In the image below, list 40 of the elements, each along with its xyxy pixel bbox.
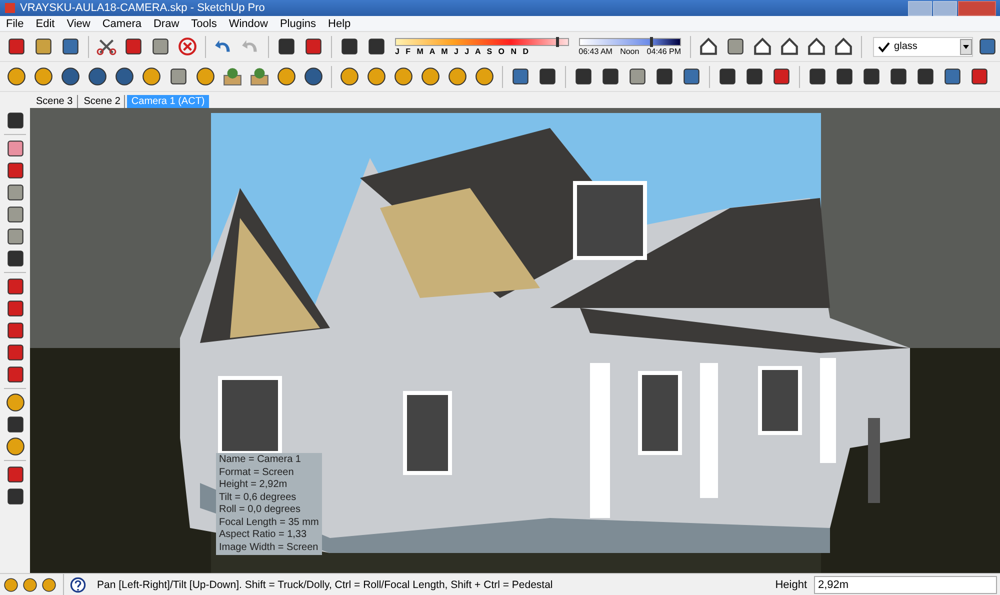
time-label: Noon — [620, 46, 640, 56]
menu-item[interactable]: Edit — [30, 18, 61, 30]
camera-info-line: Roll = 0,0 degrees — [219, 504, 302, 516]
time-label: 04:46 PM — [646, 46, 682, 56]
month-labels: J F M A M J J A S O N D — [395, 46, 532, 56]
camera-info-line: Format = Screen — [219, 466, 295, 479]
help-icon[interactable] — [70, 577, 86, 593]
delete-icon[interactable] — [177, 36, 198, 57]
measurements-field[interactable]: 2,92m — [814, 576, 997, 594]
menu-item[interactable]: Tools — [185, 18, 223, 30]
menu-item[interactable]: View — [60, 18, 96, 30]
house-icon[interactable] — [698, 36, 720, 57]
window-title: VRAYSKU-AULA18-CAMERA.skp - SketchUp Pro — [20, 2, 265, 14]
camera-info-line: Tilt = 0,6 degrees — [219, 492, 298, 504]
time-slider[interactable]: 06:43 AM Noon 04:46 PM — [578, 38, 682, 56]
house-outline-icon[interactable] — [806, 36, 828, 57]
landscape-icon[interactable] — [249, 66, 270, 87]
status-message: Pan [Left-Right]/Tilt [Up-Down]. Shift = Truck/Dolly, Ctrl = Roll/Focal Length, Shift + Ctrl = Pedestal — [97, 579, 553, 591]
menu-item[interactable]: Window — [222, 18, 274, 30]
camera-info-line: Aspect Ratio = 1,33 — [219, 529, 308, 542]
month-slider[interactable]: J F M A M J J A S O N D — [395, 38, 569, 56]
menu-item[interactable]: Camera — [96, 18, 148, 30]
camera-info-line: Focal Length = 35 mm — [219, 516, 319, 529]
layer-dropdown[interactable]: glass — [873, 36, 973, 56]
menu-item[interactable]: Plugins — [274, 18, 322, 30]
menu-item[interactable]: Draw — [147, 18, 186, 30]
slider-thumb[interactable] — [650, 36, 653, 46]
measurements-label: Height — [775, 579, 807, 591]
slider-thumb[interactable] — [556, 36, 559, 46]
minimize-button[interactable] — [908, 0, 932, 16]
maximize-button[interactable] — [933, 0, 957, 16]
checkmark-icon — [878, 40, 890, 52]
menu-item[interactable]: Help — [322, 18, 357, 30]
camera-info-line: Image Width = Screen — [219, 542, 319, 554]
menu-item[interactable]: File — [0, 18, 30, 30]
camera-info-line: Height = 2,92m — [219, 479, 288, 492]
time-label: 06:43 AM — [578, 46, 612, 56]
camera-info-line: Name = Camera 1 — [219, 454, 302, 466]
house-front-icon[interactable] — [752, 36, 774, 57]
landscape-icon[interactable] — [222, 66, 243, 87]
